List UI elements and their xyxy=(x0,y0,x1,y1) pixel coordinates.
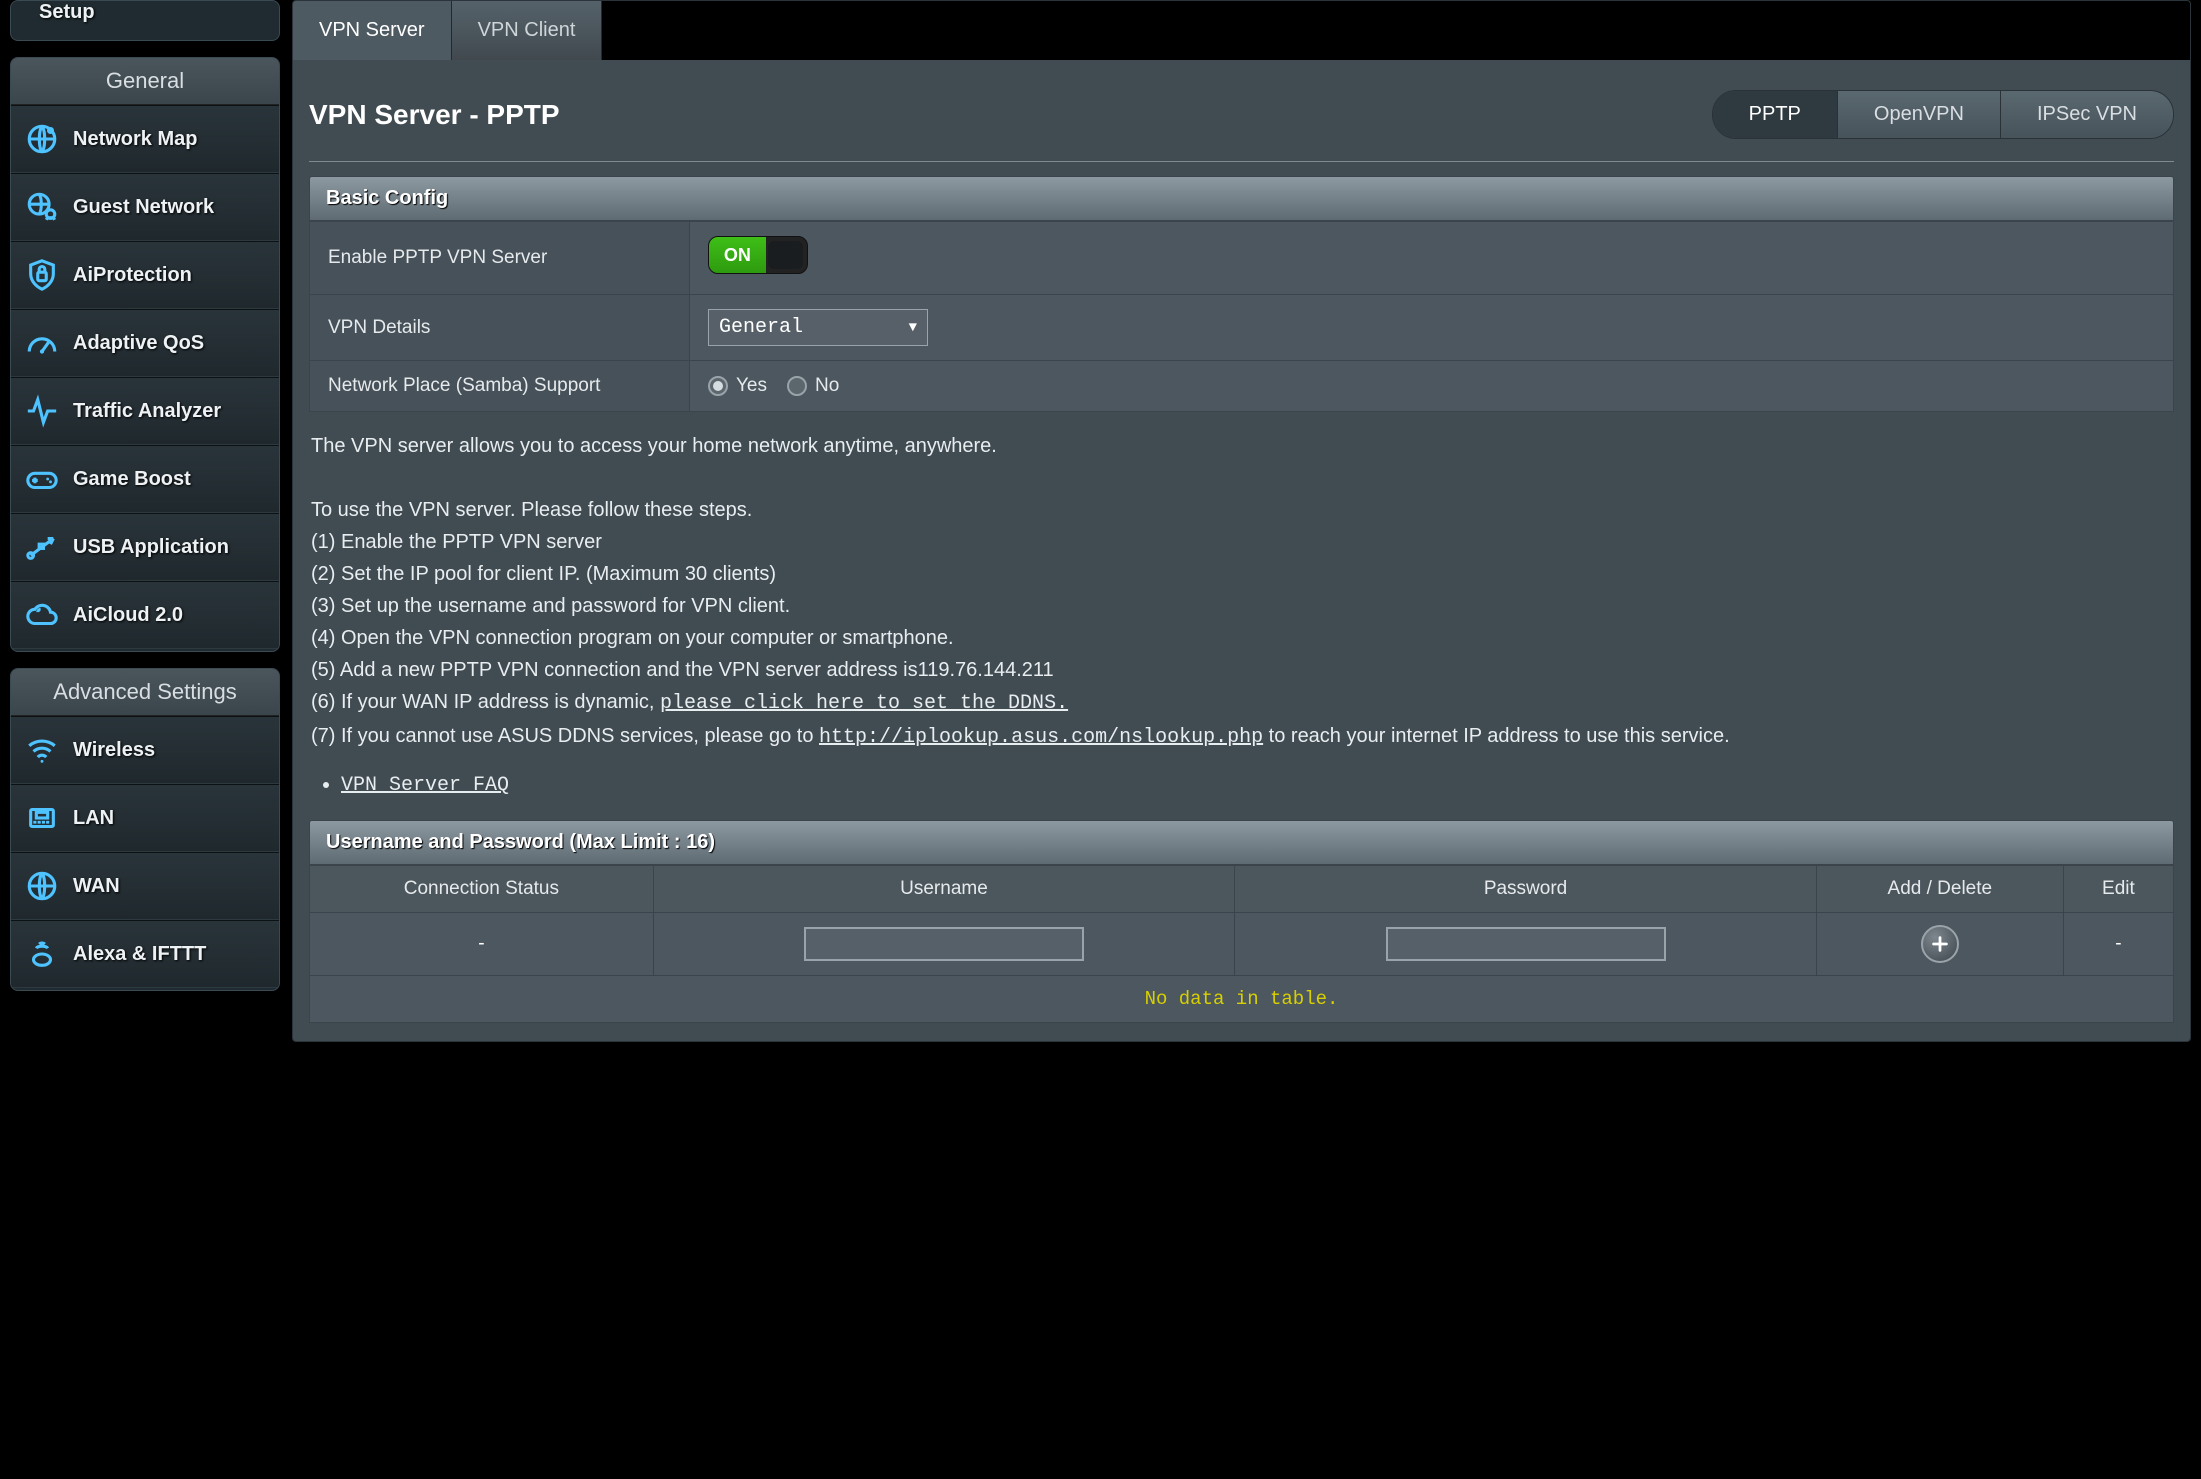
samba-yes-radio[interactable]: Yes xyxy=(708,375,767,397)
step-6: (6) If your WAN IP address is dynamic, p… xyxy=(311,686,2172,720)
sidebar-item-label: Alexa & IFTTT xyxy=(73,943,206,966)
step-4: (4) Open the VPN connection program on y… xyxy=(311,622,2172,654)
globe-pin-icon xyxy=(25,122,59,156)
sidebar-item-game-boost[interactable]: Game Boost xyxy=(11,445,279,513)
col-password: Password xyxy=(1235,866,1817,913)
sidebar-item-label: Game Boost xyxy=(73,468,191,491)
cloud-icon xyxy=(25,598,59,632)
add-button[interactable] xyxy=(1921,925,1959,963)
vpn-details-value: General xyxy=(719,316,803,339)
chevron-down-icon: ▼ xyxy=(909,320,917,336)
step-5: (5) Add a new PPTP VPN connection and th… xyxy=(311,654,2172,686)
sidebar-item-traffic-analyzer[interactable]: Traffic Analyzer xyxy=(11,377,279,445)
sidebar-item-label: AiProtection xyxy=(73,264,192,287)
step-2: (2) Set the IP pool for client IP. (Maxi… xyxy=(311,558,2172,590)
sidebar-item-label: Wireless xyxy=(73,739,155,762)
samba-support-label: Network Place (Samba) Support xyxy=(310,361,690,412)
gauge-icon xyxy=(25,326,59,360)
sidebar-item-label: WAN xyxy=(73,875,120,898)
sidebar-advanced-header: Advanced Settings xyxy=(11,669,279,716)
subtab-pptp[interactable]: PPTP xyxy=(1713,91,1837,138)
activity-icon xyxy=(25,394,59,428)
step-1: (1) Enable the PPTP VPN server xyxy=(311,526,2172,558)
sidebar-item-label: Setup xyxy=(39,1,95,24)
gamepad-icon xyxy=(25,462,59,496)
sidebar-item-setup[interactable]: Setup xyxy=(11,1,279,38)
sidebar-item-aiprotection[interactable]: AiProtection xyxy=(11,241,279,309)
vpn-details-select[interactable]: General ▼ xyxy=(708,309,928,346)
sidebar-item-label: Traffic Analyzer xyxy=(73,400,221,423)
sidebar-item-label: LAN xyxy=(73,807,114,830)
shield-lock-icon xyxy=(25,258,59,292)
subtab-ipsec[interactable]: IPSec VPN xyxy=(2000,91,2173,138)
sidebar-item-adaptive-qos[interactable]: Adaptive QoS xyxy=(11,309,279,377)
connection-status-cell: - xyxy=(310,913,654,976)
toggle-on-label: ON xyxy=(709,237,766,273)
col-connection-status: Connection Status xyxy=(310,866,654,913)
sidebar-item-label: Network Map xyxy=(73,128,197,151)
ethernet-icon xyxy=(25,801,59,835)
vpn-protocol-tabs: PPTP OpenVPN IPSec VPN xyxy=(1712,90,2174,139)
username-input[interactable] xyxy=(804,927,1084,961)
enable-pptp-toggle[interactable]: ON xyxy=(708,236,808,274)
vpn-details-label: VPN Details xyxy=(310,295,690,361)
radio-label: No xyxy=(815,375,839,397)
no-data-message: No data in table. xyxy=(310,976,2174,1023)
sidebar-item-wan[interactable]: WAN xyxy=(11,852,279,920)
globe-icon xyxy=(25,869,59,903)
password-input[interactable] xyxy=(1386,927,1666,961)
voice-device-icon xyxy=(25,937,59,971)
sidebar-item-lan[interactable]: LAN xyxy=(11,784,279,852)
usb-icon xyxy=(25,530,59,564)
iplookup-link[interactable]: http://iplookup.asus.com/nslookup.php xyxy=(819,726,1263,749)
tab-vpn-client[interactable]: VPN Client xyxy=(452,1,603,60)
edit-cell: - xyxy=(2063,913,2173,976)
userpass-header: Username and Password (Max Limit : 16) xyxy=(309,820,2174,865)
plus-icon xyxy=(1929,933,1951,955)
page-title: VPN Server - PPTP xyxy=(309,99,560,131)
sidebar-general-header: General xyxy=(11,58,279,105)
step-3: (3) Set up the username and password for… xyxy=(311,590,2172,622)
tab-bar: VPN Server VPN Client xyxy=(293,1,2190,60)
vpn-faq-link[interactable]: VPN Server FAQ xyxy=(341,774,509,797)
sidebar-item-label: USB Application xyxy=(73,536,229,559)
samba-no-radio[interactable]: No xyxy=(787,375,839,397)
step-7: (7) If you cannot use ASUS DDNS services… xyxy=(311,720,2172,754)
sidebar-item-guest-network[interactable]: Guest Network xyxy=(11,173,279,241)
globe-users-icon xyxy=(25,190,59,224)
col-username: Username xyxy=(653,866,1235,913)
sidebar-item-wireless[interactable]: Wireless xyxy=(11,716,279,784)
col-add-delete: Add / Delete xyxy=(1816,866,2063,913)
radio-icon xyxy=(787,376,807,396)
wifi-icon xyxy=(25,733,59,767)
description-paragraph: To use the VPN server. Please follow the… xyxy=(311,494,2172,526)
sidebar-item-label: Guest Network xyxy=(73,196,214,219)
tab-vpn-server[interactable]: VPN Server xyxy=(293,1,452,60)
basic-config-header: Basic Config xyxy=(309,176,2174,221)
radio-label: Yes xyxy=(736,375,767,397)
sidebar-item-usb-application[interactable]: USB Application xyxy=(11,513,279,581)
sidebar-item-label: Adaptive QoS xyxy=(73,332,204,355)
sidebar-item-aicloud[interactable]: AiCloud 2.0 xyxy=(11,581,279,649)
col-edit: Edit xyxy=(2063,866,2173,913)
ddns-link[interactable]: please click here to set the DDNS. xyxy=(660,692,1068,715)
description-paragraph: The VPN server allows you to access your… xyxy=(311,430,2172,462)
enable-pptp-label: Enable PPTP VPN Server xyxy=(310,222,690,295)
sidebar-item-network-map[interactable]: Network Map xyxy=(11,105,279,173)
sidebar-item-label: AiCloud 2.0 xyxy=(73,604,183,627)
subtab-openvpn[interactable]: OpenVPN xyxy=(1837,91,2000,138)
sidebar-item-alexa-ifttt[interactable]: Alexa & IFTTT xyxy=(11,920,279,988)
radio-icon xyxy=(708,376,728,396)
